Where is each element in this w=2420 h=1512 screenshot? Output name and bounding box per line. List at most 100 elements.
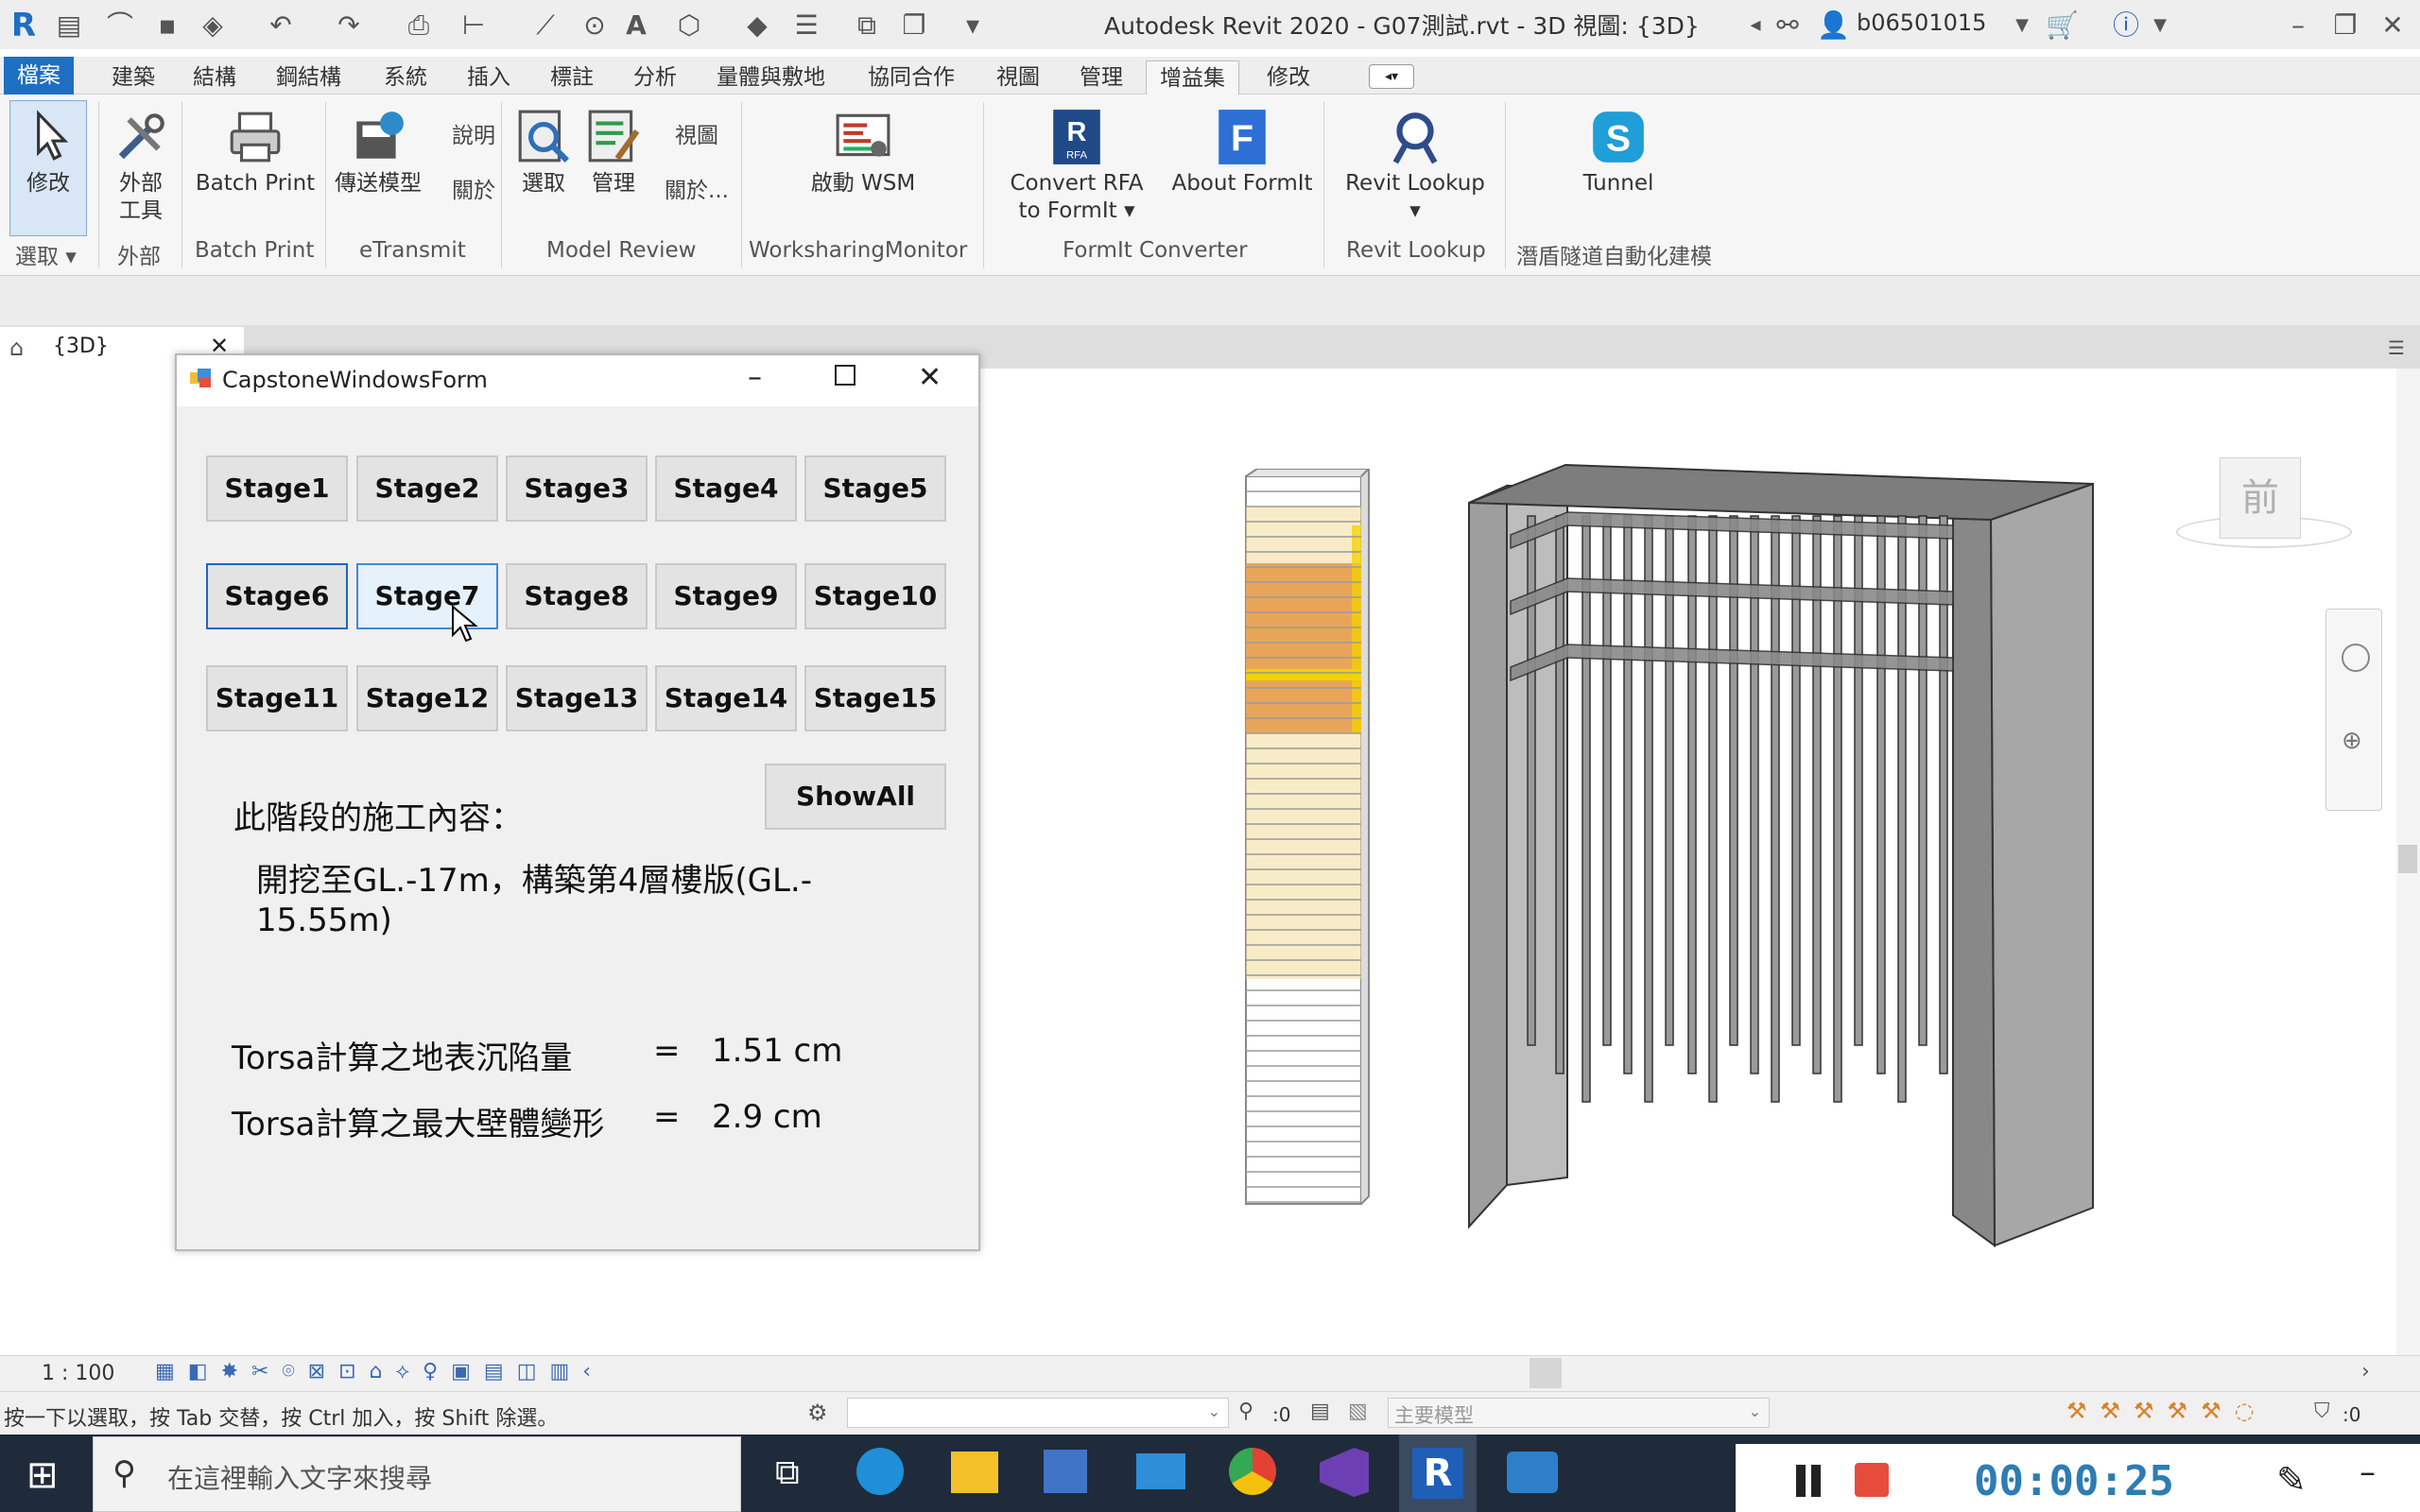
3d-view-icon[interactable]: ⬡ xyxy=(673,9,705,42)
about-formit-button[interactable]: F About FormIt xyxy=(1165,108,1320,198)
vertical-scrollbar[interactable] xyxy=(2396,369,2420,1355)
steering-wheel-icon[interactable] xyxy=(2342,644,2370,672)
text-icon[interactable]: A xyxy=(620,9,652,42)
tab-systems[interactable]: 系統 xyxy=(371,60,441,94)
tab-view[interactable]: 視圖 xyxy=(983,60,1053,94)
tab-analyze[interactable]: 分析 xyxy=(620,60,690,94)
file-explorer-icon[interactable] xyxy=(951,1452,998,1493)
tab-architecture[interactable]: 建築 xyxy=(98,60,168,94)
horizontal-scroll-thumb[interactable] xyxy=(1530,1358,1562,1388)
model-review-manage-button[interactable]: 管理 xyxy=(580,108,647,198)
scale-label[interactable]: 1 : 100 xyxy=(42,1362,114,1385)
stage6-button[interactable]: Stage6 xyxy=(206,563,348,629)
cart-icon[interactable]: 🛒 xyxy=(2046,9,2079,42)
ribbon-toggle-icon[interactable]: ◂▾ xyxy=(1369,64,1414,89)
mail-icon[interactable] xyxy=(1136,1453,1185,1489)
tab-menu-icon[interactable]: ☰ xyxy=(2388,336,2405,359)
form-close-icon[interactable]: ✕ xyxy=(918,361,942,394)
binoculars-icon[interactable]: ⚯ xyxy=(1772,9,1804,42)
form-minimize-icon[interactable]: – xyxy=(748,361,762,394)
stage5-button[interactable]: Stage5 xyxy=(804,455,946,522)
recorder-minimize-icon[interactable]: – xyxy=(2360,1453,2376,1491)
tunnel-button[interactable]: S Tunnel xyxy=(1550,108,1686,198)
user-icon[interactable]: 👤 xyxy=(1817,9,1850,42)
viewcube-front-face[interactable]: 前 xyxy=(2220,457,2301,539)
help-button[interactable]: 說明 關於 xyxy=(444,123,503,205)
design-option-dropdown[interactable]: 主要模型 ⌄ xyxy=(1388,1398,1770,1428)
stage10-button[interactable]: Stage10 xyxy=(804,563,946,629)
pause-icon-bar1[interactable] xyxy=(1796,1465,1806,1497)
scroll-right-icon[interactable]: › xyxy=(2361,1360,2370,1383)
view-control-icons[interactable]: ▦◧✸✂⌾⊠⊡⌂⟡♀▣▤◫▥‹ xyxy=(155,1360,604,1383)
measure-icon[interactable]: ⊢ xyxy=(458,9,490,42)
thin-lines-icon[interactable]: ☰ xyxy=(790,9,822,42)
switch-windows-icon[interactable]: ❐ xyxy=(898,9,930,42)
tab-file[interactable]: 檔案 xyxy=(4,57,74,94)
tab-steel[interactable]: 鋼結構 xyxy=(263,60,354,94)
external-tools-button[interactable]: 外部 工具 xyxy=(106,108,176,225)
modify-button[interactable]: 修改 xyxy=(9,108,87,198)
close-hidden-icon[interactable]: ⧉ xyxy=(851,9,883,42)
start-wsm-button[interactable]: 啟動 WSM xyxy=(756,108,970,198)
stage3-button[interactable]: Stage3 xyxy=(506,455,648,522)
tab-massing[interactable]: 量體與敷地 xyxy=(703,60,838,94)
minimize-icon[interactable]: – xyxy=(2282,9,2314,42)
stage1-button[interactable]: Stage1 xyxy=(206,455,348,522)
undo-icon[interactable]: ↶ xyxy=(265,9,297,42)
pen-icon[interactable]: ✎ xyxy=(2276,1459,2307,1501)
worksets-icon[interactable]: ⚙ xyxy=(807,1400,828,1426)
tab-annotate[interactable]: 標註 xyxy=(537,60,607,94)
batch-print-button[interactable]: Batch Print xyxy=(189,108,321,198)
model-options-icon[interactable]: ▧ xyxy=(1348,1400,1368,1423)
sync-icon[interactable]: ◈ xyxy=(197,9,229,42)
recorder-app-icon[interactable] xyxy=(1507,1452,1558,1493)
view-about-button[interactable]: 視圖 關於... xyxy=(664,123,730,205)
revit-lookup-button[interactable]: Revit Lookup ▾ xyxy=(1335,108,1495,225)
open-icon[interactable]: ⌒ xyxy=(104,9,136,42)
tab-insert[interactable]: 插入 xyxy=(454,60,524,94)
store-icon[interactable] xyxy=(1044,1450,1087,1493)
home-icon[interactable]: ▤ xyxy=(53,9,85,42)
tab-structure[interactable]: 結構 xyxy=(180,60,250,94)
viewcube[interactable]: 前 xyxy=(2170,454,2360,558)
task-view-icon[interactable]: ⧉ xyxy=(775,1453,800,1493)
help-chevron-icon[interactable]: ▼ xyxy=(2144,9,2176,42)
help-icon[interactable]: ⓘ xyxy=(2110,9,2142,42)
tag-icon[interactable]: ⊙ xyxy=(579,9,611,42)
tab-modify[interactable]: 修改 xyxy=(1253,60,1323,94)
show-all-button[interactable]: ShowAll xyxy=(765,764,946,830)
edge-icon[interactable] xyxy=(856,1448,904,1495)
visual-studio-icon[interactable] xyxy=(1320,1448,1369,1497)
stage11-button[interactable]: Stage11 xyxy=(206,665,348,731)
zoom-icon[interactable]: ⊕ xyxy=(2342,727,2362,755)
section-icon[interactable]: ◆ xyxy=(741,9,773,42)
stage15-button[interactable]: Stage15 xyxy=(804,665,946,731)
stage9-button[interactable]: Stage9 xyxy=(655,563,797,629)
tab-manage[interactable]: 管理 xyxy=(1066,60,1136,94)
stage4-button[interactable]: Stage4 xyxy=(655,455,797,522)
tab-add-ins[interactable]: 增益集 xyxy=(1146,60,1239,94)
save-icon[interactable]: ▪ xyxy=(151,9,183,42)
convert-rfa-button[interactable]: R RFA Convert RFA to FormIt ▾ xyxy=(996,108,1157,225)
tab-collaborate[interactable]: 協同合作 xyxy=(855,60,968,94)
taskbar-search[interactable]: ⚲ 在這裡輸入文字來搜尋 xyxy=(93,1436,741,1512)
design-options-icon[interactable]: ▤ xyxy=(1310,1400,1330,1423)
selection-options-icons[interactable]: ⚒⚒⚒⚒⚒◌ xyxy=(2066,1398,2268,1424)
print-icon[interactable]: ⎙ xyxy=(403,9,435,42)
revit-taskbar-active[interactable]: R xyxy=(1399,1435,1477,1512)
revit-logo-icon[interactable]: R xyxy=(8,9,40,42)
etransmit-button[interactable]: 傳送模型 xyxy=(331,108,425,198)
vertical-scroll-thumb[interactable] xyxy=(2398,845,2417,873)
model-review-select-button[interactable]: 選取 xyxy=(510,108,577,198)
windows-start-icon[interactable]: ⊞ xyxy=(26,1453,59,1497)
restore-icon[interactable]: ❐ xyxy=(2329,9,2361,42)
chevron-left-icon[interactable]: ◂ xyxy=(1739,9,1772,42)
stage2-button[interactable]: Stage2 xyxy=(356,455,498,522)
stage14-button[interactable]: Stage14 xyxy=(655,665,797,731)
close-icon[interactable]: ✕ xyxy=(2377,9,2409,42)
stage13-button[interactable]: Stage13 xyxy=(506,665,648,731)
form-maximize-icon[interactable] xyxy=(835,365,856,386)
stage12-button[interactable]: Stage12 xyxy=(356,665,498,731)
group-select-label[interactable]: 選取 ▾ xyxy=(15,238,77,270)
filter-icon[interactable]: ⛉ xyxy=(2314,1400,2330,1423)
